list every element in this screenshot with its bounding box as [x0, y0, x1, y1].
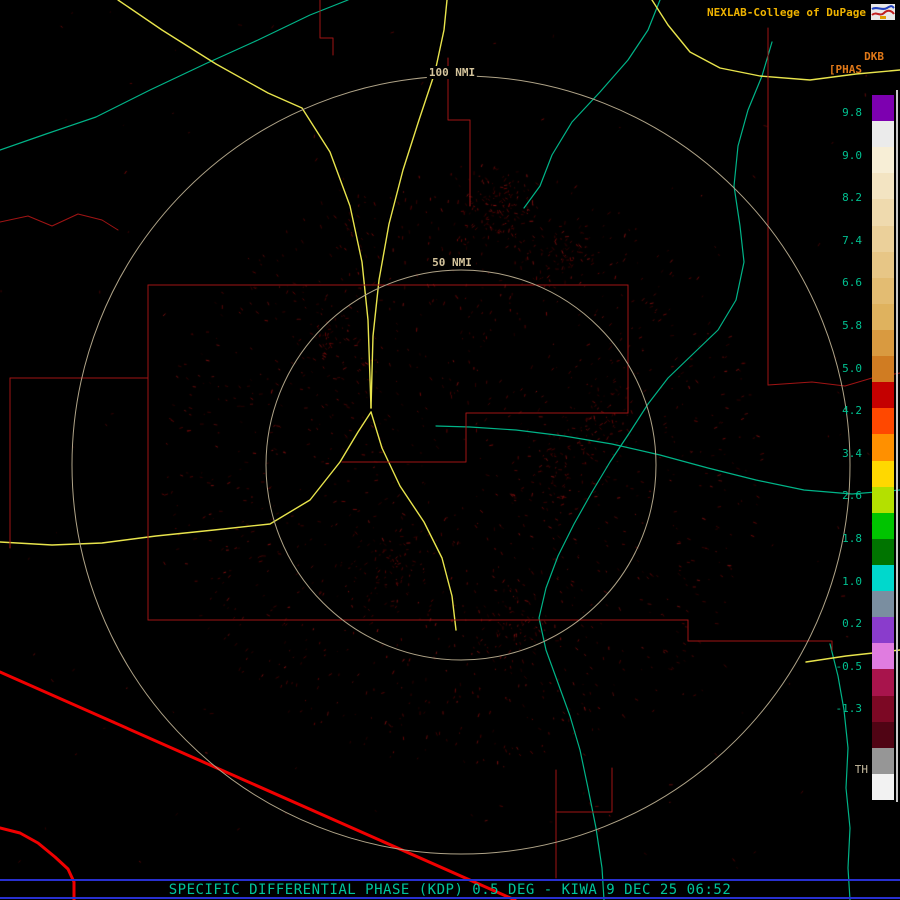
colorbar-tick: 2.6	[842, 490, 862, 502]
colorbar-block	[872, 617, 894, 643]
colorbar-tick: 5.0	[842, 363, 862, 375]
colorbar-edge-line	[896, 90, 898, 802]
colorbar-tick: -1.3	[836, 703, 863, 715]
range-ring-label-100nmi: 100 NMI	[427, 66, 477, 79]
county-boundary-line	[0, 214, 118, 230]
colorbar-block	[872, 669, 894, 695]
range-ring-label-50nmi: 50 NMI	[430, 256, 474, 269]
colorbar-block	[872, 199, 894, 225]
colorbar-block	[872, 304, 894, 330]
colorbar-tick: 4.2	[842, 405, 862, 417]
colorbar-tick: 9.8	[842, 107, 862, 119]
colorbar-bottom-label: TH	[855, 763, 868, 776]
colorbar-block	[872, 461, 894, 487]
highway-line	[371, 0, 447, 408]
colorbar-block	[872, 696, 894, 722]
river-line	[830, 644, 850, 900]
international-border-line	[0, 672, 515, 900]
county-boundary-line	[448, 58, 470, 206]
colorbar-block	[872, 356, 894, 382]
colorbar-block	[872, 278, 894, 304]
colorbar-block	[872, 513, 894, 539]
colorbar	[872, 95, 894, 800]
map-overlay-layer	[0, 0, 900, 900]
colorbar-block	[872, 382, 894, 408]
highway-line	[371, 412, 456, 630]
highway-line	[0, 412, 371, 545]
colorbar-tick: 9.0	[842, 150, 862, 162]
colorbar-tick: 1.0	[842, 576, 862, 588]
colorbar-block	[872, 121, 894, 147]
colorbar-block	[872, 722, 894, 748]
statusbar-product-text: SPECIFIC DIFFERENTIAL PHASE (KDP) 0.5 DE…	[0, 882, 900, 898]
radar-display: NEXLAB-College of DuPage DKB [PHAS 9.8 9.…	[0, 0, 900, 900]
statusbar-bottom-line	[0, 897, 900, 899]
colorbar-block	[872, 643, 894, 669]
colorbar-tick: 6.6	[842, 277, 862, 289]
colorbar-tick: 7.4	[842, 235, 862, 247]
cod-weather-logo-icon	[870, 3, 896, 21]
colorbar-tick: -0.5	[836, 661, 863, 673]
colorbar-block	[872, 226, 894, 252]
colorbar-block	[872, 565, 894, 591]
page-title: NEXLAB-College of DuPage	[707, 6, 866, 19]
statusbar-top-line	[0, 879, 900, 881]
colorbar-block	[872, 591, 894, 617]
colorbar-block	[872, 408, 894, 434]
range-ring-100nmi	[72, 76, 850, 854]
range-ring-50nmi	[266, 270, 656, 660]
river-line	[524, 0, 660, 208]
colorbar-block	[872, 173, 894, 199]
colorbar-phase-label: [PHAS	[829, 63, 862, 76]
colorbar-tick: 8.2	[842, 192, 862, 204]
colorbar-block	[872, 330, 894, 356]
river-line	[0, 0, 348, 150]
colorbar-block	[872, 95, 894, 121]
colorbar-tick: 1.8	[842, 533, 862, 545]
county-boundary-line	[556, 768, 612, 812]
colorbar-block	[872, 539, 894, 565]
river-line	[436, 426, 900, 494]
colorbar-block	[872, 434, 894, 460]
highway-line	[118, 0, 371, 408]
colorbar-block	[872, 487, 894, 513]
colorbar-block	[872, 252, 894, 278]
colorbar-tick: 5.8	[842, 320, 862, 332]
colorbar-block	[872, 147, 894, 173]
colorbar-block	[872, 774, 894, 800]
colorbar-tick: 3.4	[842, 448, 862, 460]
colorbar-tick: 0.2	[842, 618, 862, 630]
colorbar-unit-label: DKB	[864, 50, 884, 63]
colorbar-block	[872, 748, 894, 774]
